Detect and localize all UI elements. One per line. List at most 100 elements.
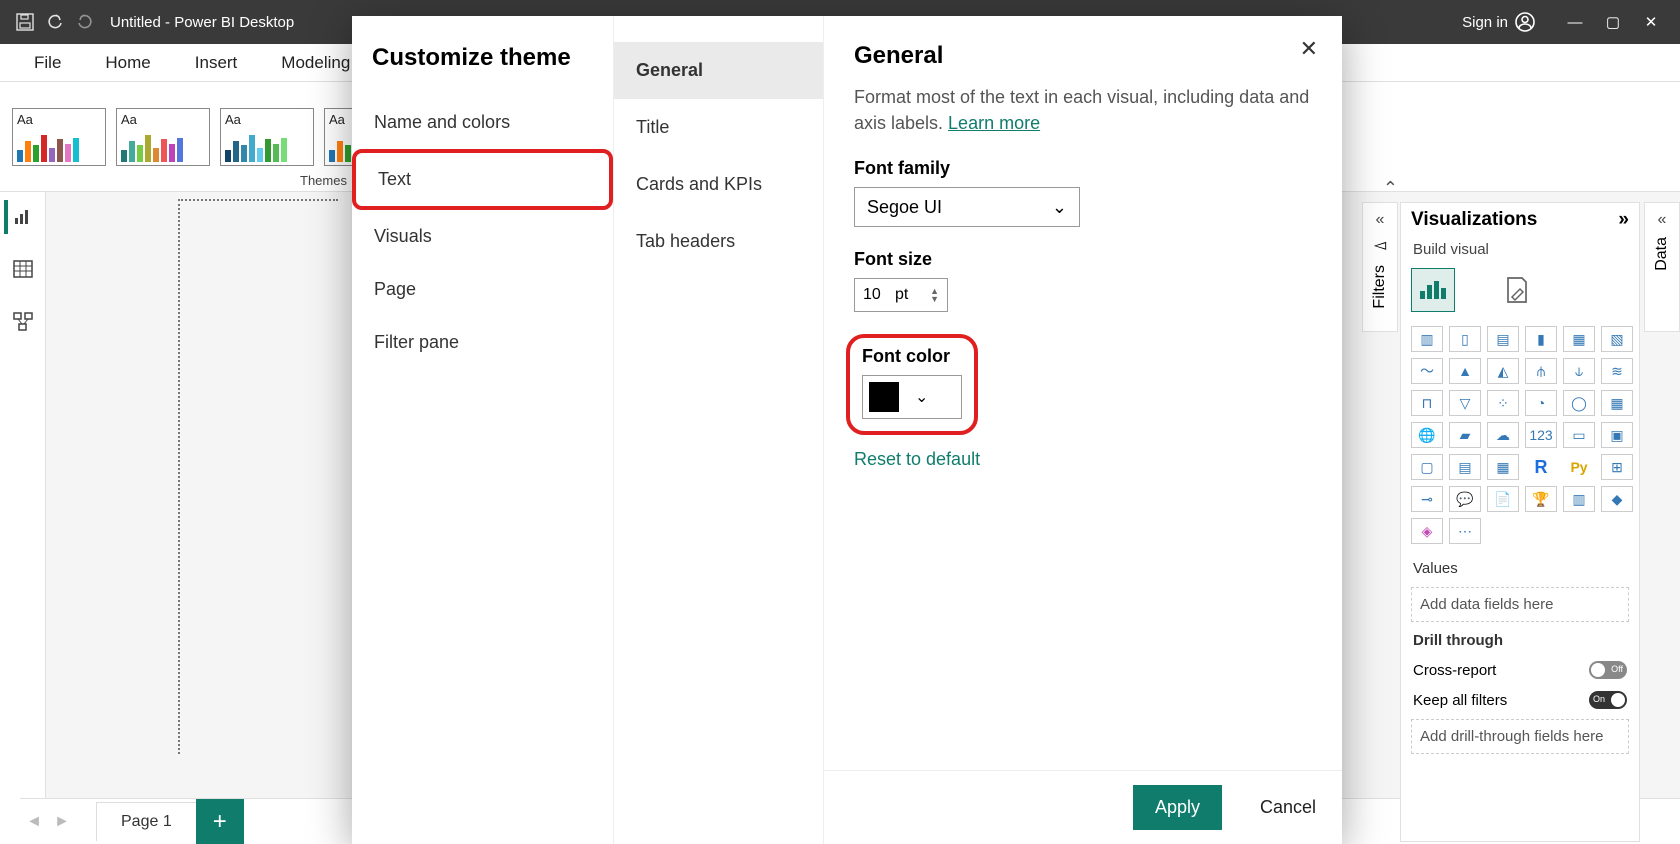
minimize-button[interactable]: — xyxy=(1556,14,1594,31)
page-prev-button[interactable]: ◄ xyxy=(20,813,48,831)
viz-slicer-icon[interactable]: ▤ xyxy=(1449,454,1481,480)
apply-button[interactable]: Apply xyxy=(1133,785,1222,830)
dialog-subcategories: General Title Cards and KPIs Tab headers xyxy=(614,16,824,844)
subcategory-cards-kpis[interactable]: Cards and KPIs xyxy=(614,156,823,213)
signin-button[interactable]: Sign in xyxy=(1462,11,1536,33)
font-color-picker[interactable]: ⌄ xyxy=(862,375,962,419)
report-view-button[interactable] xyxy=(4,200,38,234)
viz-map-icon[interactable]: 🌐 xyxy=(1411,422,1443,448)
viz-card-icon[interactable]: ▭ xyxy=(1563,422,1595,448)
viz-decomp-icon[interactable]: ⊸ xyxy=(1411,486,1443,512)
viz-ribbon-icon[interactable]: ≋ xyxy=(1601,358,1633,384)
viz-stacked-area-icon[interactable]: ◭ xyxy=(1487,358,1519,384)
customize-theme-dialog: Customize theme Name and colors Text Vis… xyxy=(352,16,1342,844)
font-size-spinner[interactable]: pt ▲▼ xyxy=(854,278,948,312)
viz-line-clustered-icon[interactable]: ⫝ xyxy=(1563,358,1595,384)
theme-aa: Aa xyxy=(121,112,205,127)
viz-treemap-icon[interactable]: ▦ xyxy=(1601,390,1633,416)
page-tab[interactable]: Page 1 xyxy=(96,802,197,841)
viz-100-column-icon[interactable]: ▧ xyxy=(1601,326,1633,352)
build-visual-tab[interactable] xyxy=(1411,268,1455,312)
keep-filters-label: Keep all filters xyxy=(1413,692,1507,709)
theme-thumbnail[interactable]: Aa xyxy=(116,108,210,166)
ribbon-tab-insert[interactable]: Insert xyxy=(173,43,260,83)
model-view-button[interactable] xyxy=(6,304,40,338)
font-size-input[interactable] xyxy=(863,286,891,304)
data-pane-collapsed[interactable]: « Data xyxy=(1644,202,1680,332)
viz-filled-map-icon[interactable]: ▰ xyxy=(1449,422,1481,448)
viz-stacked-bar-icon[interactable]: ▥ xyxy=(1411,326,1443,352)
viz-automate-icon[interactable]: ◈ xyxy=(1411,518,1443,544)
viz-gauge-icon[interactable]: 123 xyxy=(1525,422,1557,448)
collapse-viz-icon[interactable]: » xyxy=(1618,209,1629,231)
theme-aa: Aa xyxy=(225,112,309,127)
ribbon-collapse-chevron-icon[interactable]: ⌃ xyxy=(1383,178,1398,199)
viz-goals-icon[interactable]: 🏆 xyxy=(1525,486,1557,512)
dialog-content: ✕ General Format most of the text in eac… xyxy=(824,16,1342,844)
data-view-button[interactable] xyxy=(6,252,40,286)
subcategory-tab-headers[interactable]: Tab headers xyxy=(614,213,823,270)
redo-icon[interactable] xyxy=(70,7,100,37)
subcategory-general[interactable]: General xyxy=(614,42,823,99)
category-filter-pane[interactable]: Filter pane xyxy=(352,316,613,369)
viz-area-icon[interactable]: ▲ xyxy=(1449,358,1481,384)
viz-more-icon[interactable]: ⋯ xyxy=(1449,518,1481,544)
category-visuals[interactable]: Visuals xyxy=(352,210,613,263)
expand-data-icon: « xyxy=(1658,211,1667,229)
viz-key-influencers-icon[interactable]: ⊞ xyxy=(1601,454,1633,480)
theme-thumbnail[interactable]: Aa xyxy=(220,108,314,166)
viz-paginated-icon[interactable]: ▥ xyxy=(1563,486,1595,512)
viz-python-icon[interactable]: Py xyxy=(1563,454,1595,480)
theme-thumbnail[interactable]: Aa xyxy=(12,108,106,166)
category-text[interactable]: Text xyxy=(352,149,613,210)
viz-table-icon[interactable]: ▦ xyxy=(1487,454,1519,480)
subcategory-title[interactable]: Title xyxy=(614,99,823,156)
values-dropzone[interactable]: Add data fields here xyxy=(1411,587,1629,622)
viz-pie-icon[interactable]: ◔ xyxy=(1525,390,1557,416)
font-size-label: Font size xyxy=(854,249,1312,270)
reset-to-default-link[interactable]: Reset to default xyxy=(854,449,980,469)
page-next-button[interactable]: ► xyxy=(48,813,76,831)
viz-narrative-icon[interactable]: 📄 xyxy=(1487,486,1519,512)
learn-more-link[interactable]: Learn more xyxy=(948,113,1040,133)
viz-azure-map-icon[interactable]: ☁ xyxy=(1487,422,1519,448)
ribbon-tab-home[interactable]: Home xyxy=(83,43,172,83)
keep-filters-toggle[interactable]: On xyxy=(1589,691,1627,709)
category-name-colors[interactable]: Name and colors xyxy=(352,96,613,149)
add-page-button[interactable]: + xyxy=(196,799,244,844)
desc-text: Format most of the text in each visual, … xyxy=(854,87,1309,133)
viz-scatter-icon[interactable]: ⁘ xyxy=(1487,390,1519,416)
ribbon-tab-file[interactable]: File xyxy=(12,43,83,83)
viz-line-column-icon[interactable]: ⫛ xyxy=(1525,358,1557,384)
maximize-button[interactable]: ▢ xyxy=(1594,13,1632,31)
undo-icon[interactable] xyxy=(40,7,70,37)
viz-powerapp-icon[interactable]: ◆ xyxy=(1601,486,1633,512)
filter-shape-icon: ◅ xyxy=(1374,235,1386,255)
dialog-close-button[interactable]: ✕ xyxy=(1300,36,1318,62)
viz-waterfall-icon[interactable]: ⊓ xyxy=(1411,390,1443,416)
drill-through-label: Drill through xyxy=(1401,626,1639,655)
viz-stacked-column-icon[interactable]: ▯ xyxy=(1449,326,1481,352)
drill-through-dropzone[interactable]: Add drill-through fields here xyxy=(1411,719,1629,754)
viz-funnel-icon[interactable]: ▽ xyxy=(1449,390,1481,416)
cross-report-toggle[interactable]: Off xyxy=(1589,661,1627,679)
font-family-select[interactable]: Segoe UI ⌄ xyxy=(854,187,1080,227)
format-visual-tab[interactable] xyxy=(1495,268,1539,312)
viz-qna-icon[interactable]: 💬 xyxy=(1449,486,1481,512)
viz-clustered-bar-icon[interactable]: ▤ xyxy=(1487,326,1519,352)
cancel-button[interactable]: Cancel xyxy=(1260,797,1316,818)
visualizations-title: Visualizations xyxy=(1411,209,1537,231)
viz-kpi-icon[interactable]: ▢ xyxy=(1411,454,1443,480)
viz-100-bar-icon[interactable]: ▦ xyxy=(1563,326,1595,352)
spinner-buttons[interactable]: ▲▼ xyxy=(930,287,939,303)
filters-pane-collapsed[interactable]: « ◅ Filters xyxy=(1362,202,1398,332)
close-window-button[interactable]: ✕ xyxy=(1632,13,1670,31)
save-icon[interactable] xyxy=(10,7,40,37)
viz-donut-icon[interactable]: ◯ xyxy=(1563,390,1595,416)
viz-line-icon[interactable]: 〜 xyxy=(1411,358,1443,384)
viz-clustered-column-icon[interactable]: ▮ xyxy=(1525,326,1557,352)
font-size-unit: pt xyxy=(895,286,908,304)
category-page[interactable]: Page xyxy=(352,263,613,316)
viz-r-icon[interactable]: R xyxy=(1525,454,1557,480)
viz-multi-card-icon[interactable]: ▣ xyxy=(1601,422,1633,448)
